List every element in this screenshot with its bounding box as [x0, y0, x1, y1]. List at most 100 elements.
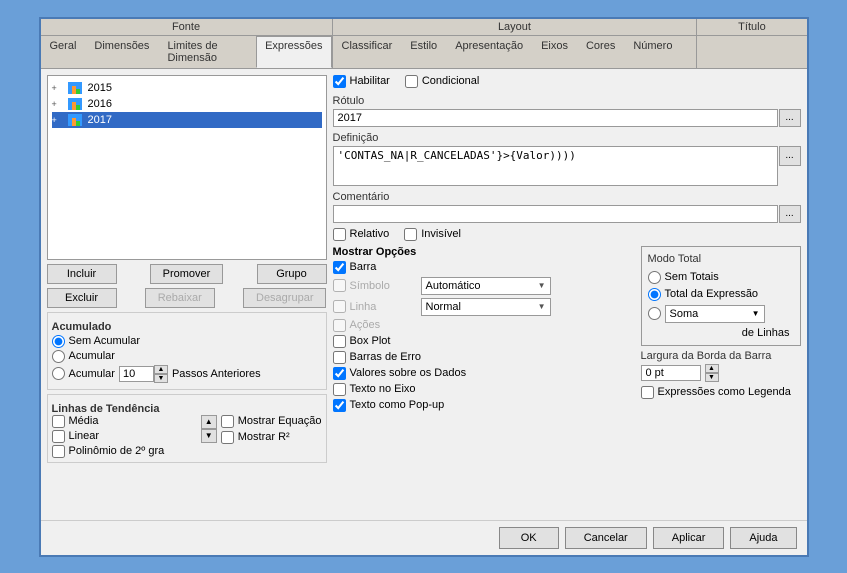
tab-estilo[interactable]: Estilo	[401, 36, 446, 56]
barra-item: Barra	[333, 261, 377, 274]
expander-2016[interactable]: +	[52, 99, 64, 109]
mostrar-equacao-label: Mostrar Equação	[238, 415, 322, 427]
tab-expressoes[interactable]: Expressões	[256, 36, 331, 68]
ajuda-button[interactable]: Ajuda	[730, 527, 796, 549]
invisivel-checkbox[interactable]	[404, 228, 417, 241]
tree-item-2015[interactable]: + 2015	[52, 80, 322, 96]
scroll-up-btn[interactable]: ▲	[201, 415, 217, 429]
valores-dados-label: Valores sobre os Dados	[350, 367, 467, 379]
comentario-browse-btn[interactable]: ...	[779, 205, 801, 223]
mostrar-r2-item: Mostrar R²	[221, 431, 322, 444]
relativo-checkbox[interactable]	[333, 228, 346, 241]
flags-row: Relativo Invisível	[333, 228, 801, 241]
modo-total-title: Modo Total	[648, 253, 794, 265]
soma-radio[interactable]	[648, 307, 661, 320]
condicional-group: Condicional	[405, 75, 479, 88]
texto-eixo-label: Texto no Eixo	[350, 383, 416, 395]
rebaixar-button[interactable]: Rebaixar	[145, 288, 215, 308]
texto-popup-checkbox[interactable]	[333, 399, 346, 412]
promover-button[interactable]: Promover	[150, 264, 224, 284]
sem-acumular-item: Sem Acumular	[52, 335, 322, 348]
mostrar-r2-checkbox[interactable]	[221, 431, 234, 444]
passos-input[interactable]	[119, 366, 154, 382]
linha-dropdown[interactable]: Normal ▼	[421, 298, 551, 316]
tab-eixos[interactable]: Eixos	[532, 36, 577, 56]
excluir-button[interactable]: Excluir	[47, 288, 117, 308]
tree-item-2016[interactable]: + 2016	[52, 96, 322, 112]
linha-checkbox[interactable]	[333, 300, 346, 313]
expander-2015[interactable]: +	[52, 83, 64, 93]
comentario-input[interactable]	[333, 205, 778, 223]
media-label: Média	[69, 415, 99, 427]
acumular2-label: Acumular	[69, 368, 115, 380]
tendencia-label: Linhas de Tendência	[52, 403, 322, 415]
aplicar-button[interactable]: Aplicar	[653, 527, 725, 549]
largura-input[interactable]	[641, 365, 701, 381]
soma-dropdown-arrow: ▼	[752, 309, 760, 318]
relativo-item: Relativo	[333, 228, 390, 241]
sem-totais-radio[interactable]	[648, 271, 661, 284]
valores-dados-checkbox[interactable]	[333, 367, 346, 380]
polinomio-label: Polinômio de 2º gra	[69, 445, 165, 457]
sem-totais-label: Sem Totais	[665, 271, 719, 283]
tab-geral[interactable]: Geral	[41, 36, 86, 68]
largura-spinner-up[interactable]: ▲	[705, 364, 719, 373]
condicional-checkbox[interactable]	[405, 75, 418, 88]
acoes-checkbox[interactable]	[333, 319, 346, 332]
expander-2017[interactable]: +	[52, 115, 64, 125]
scroll-down-btn[interactable]: ▼	[201, 429, 217, 443]
simbolo-checkbox[interactable]	[333, 279, 346, 292]
expressoes-legenda-checkbox[interactable]	[641, 386, 654, 399]
linear-checkbox[interactable]	[52, 430, 65, 443]
simbolo-dropdown[interactable]: Automático ▼	[421, 277, 551, 295]
tab-group-titulo: Título	[697, 19, 806, 36]
expressoes-legenda-label: Expressões como Legenda	[658, 386, 791, 398]
definicao-btns: ...	[779, 146, 801, 186]
tab-limites[interactable]: Limites de Dimensão	[158, 36, 256, 68]
linear-label: Linear	[69, 430, 100, 442]
media-checkbox[interactable]	[52, 415, 65, 428]
ok-button[interactable]: OK	[499, 527, 559, 549]
incluir-button[interactable]: Incluir	[47, 264, 117, 284]
definicao-section: Definição ...	[333, 132, 801, 186]
linha-dropdown-value: Normal	[426, 301, 461, 313]
desagrupar-button[interactable]: Desagrupar	[243, 288, 326, 308]
tab-numero[interactable]: Número	[624, 36, 681, 56]
tree-item-2017[interactable]: + 2017	[52, 112, 322, 128]
rotulo-browse-btn[interactable]: ...	[779, 109, 801, 127]
texto-popup-item: Texto como Pop-up	[333, 399, 631, 412]
barras-erro-checkbox[interactable]	[333, 351, 346, 364]
barra-checkbox[interactable]	[333, 261, 346, 274]
barra-row: Barra	[333, 261, 631, 274]
tree-label-2017: 2017	[88, 114, 112, 126]
soma-dropdown[interactable]: Soma ▼	[665, 305, 765, 323]
simbolo-label: Símbolo	[350, 280, 390, 292]
definicao-browse-btn[interactable]: ...	[779, 146, 801, 166]
habilitar-group: Habilitar	[333, 75, 390, 88]
spinner-down[interactable]: ▼	[154, 374, 168, 383]
tab-dimensoes[interactable]: Dimensões	[85, 36, 158, 68]
habilitar-checkbox[interactable]	[333, 75, 346, 88]
acumulado-section: Acumulado Sem Acumular Acumular Acumular	[47, 312, 327, 390]
box-plot-checkbox[interactable]	[333, 335, 346, 348]
cancelar-button[interactable]: Cancelar	[565, 527, 647, 549]
acumular2-radio[interactable]	[52, 367, 65, 380]
texto-eixo-checkbox[interactable]	[333, 383, 346, 396]
tab-apresentacao[interactable]: Apresentação	[446, 36, 532, 56]
polinomio-checkbox[interactable]	[52, 445, 65, 458]
definicao-input[interactable]	[333, 146, 778, 186]
sem-acumular-radio[interactable]	[52, 335, 65, 348]
tab-cores[interactable]: Cores	[577, 36, 624, 56]
acumular1-radio[interactable]	[52, 350, 65, 363]
spinner-up[interactable]: ▲	[154, 365, 168, 374]
largura-spinner-down[interactable]: ▼	[705, 373, 719, 382]
expression-tree[interactable]: + 2015 + 2016 +	[47, 75, 327, 260]
tab-group-fonte: Fonte	[41, 19, 332, 36]
condicional-label: Condicional	[422, 75, 479, 87]
grupo-button[interactable]: Grupo	[257, 264, 327, 284]
total-expressao-radio[interactable]	[648, 288, 661, 301]
rotulo-input[interactable]	[333, 109, 778, 127]
mostrar-equacao-checkbox[interactable]	[221, 415, 234, 428]
tab-classificar[interactable]: Classificar	[333, 36, 402, 56]
spinner-buttons: ▲ ▼	[154, 365, 168, 383]
